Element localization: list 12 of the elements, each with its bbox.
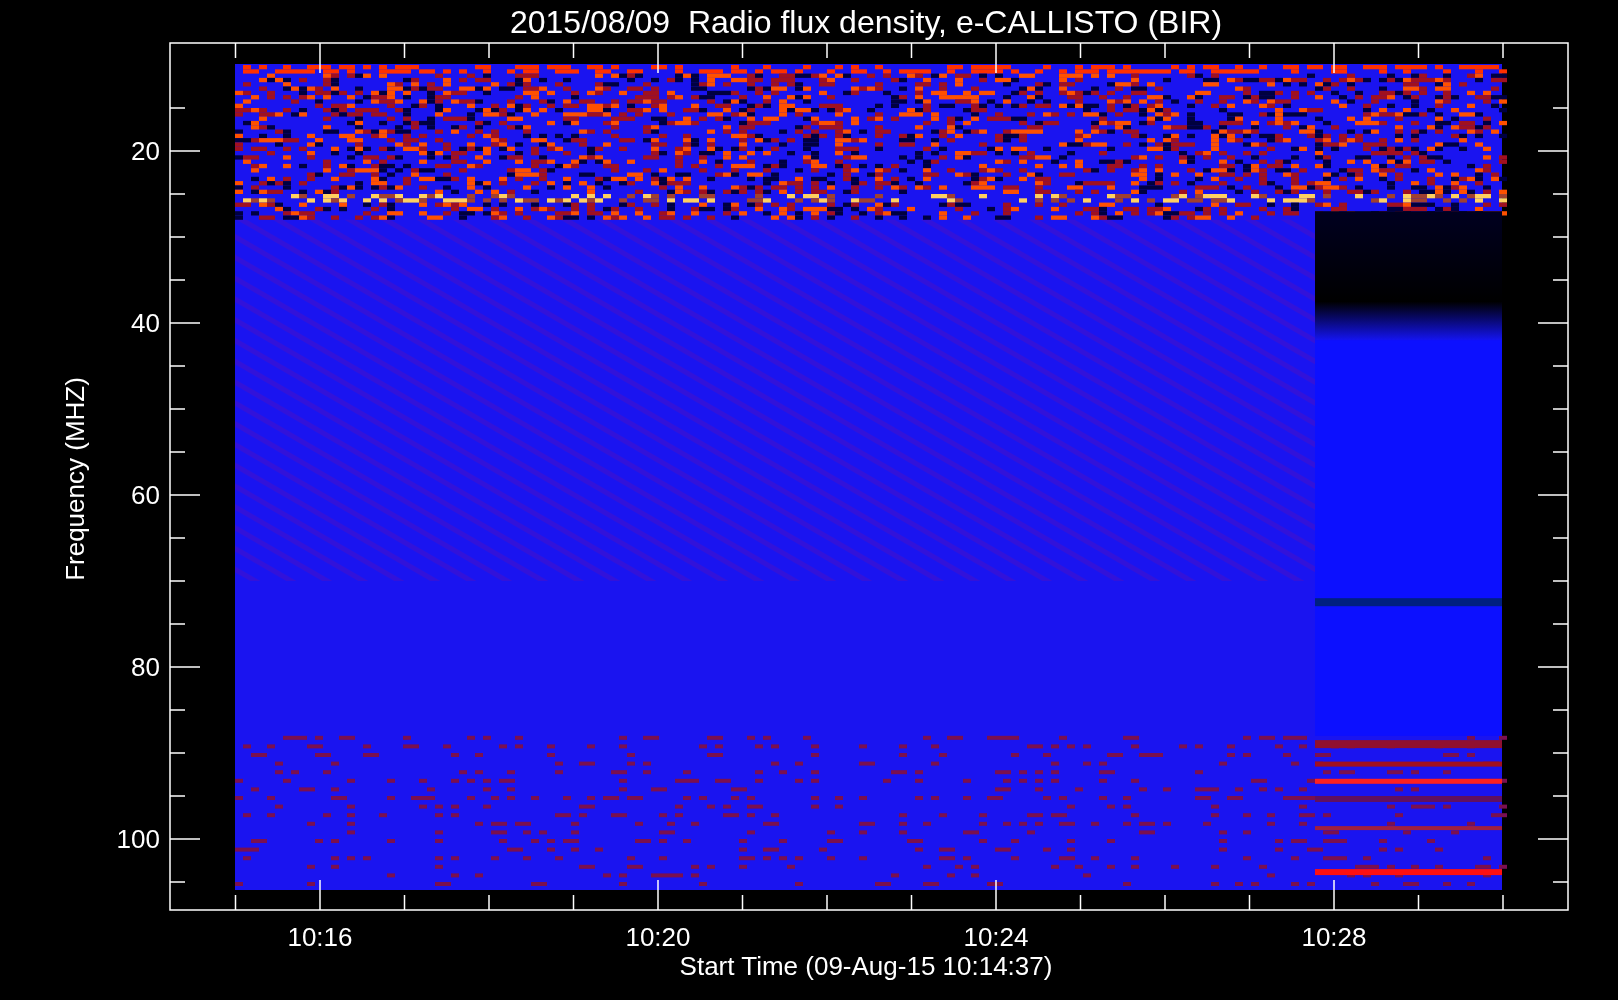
x-tick-label: 10:24 [963,922,1029,952]
x-tick-label: 10:16 [287,922,353,952]
chart-title: 2015/08/09 Radio flux density, e-CALLISTO (BIR) [509,4,1223,40]
y-tick-label: 100 [116,824,160,854]
x-tick-label: 10:28 [1301,922,1367,952]
y-tick-label: 20 [131,136,160,166]
y-tick-label: 80 [131,652,160,682]
y-tick-label: 40 [131,308,160,338]
y-axis-label: Frequency (MHZ) [60,377,90,581]
y-tick-label: 60 [131,480,160,510]
x-tick-label: 10:20 [625,922,691,952]
x-axis-label: Start Time (09-Aug-15 10:14:37) [679,951,1053,981]
